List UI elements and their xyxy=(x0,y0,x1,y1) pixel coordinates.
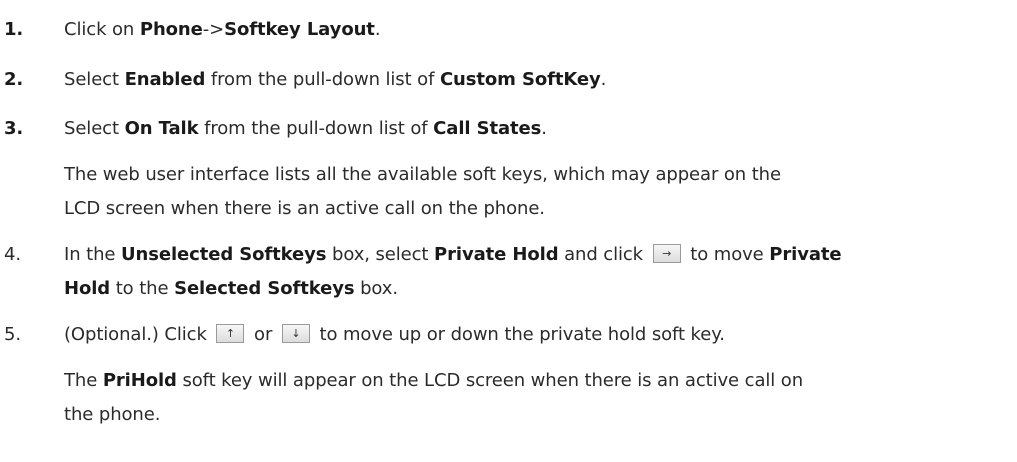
step-2-text-end: . xyxy=(600,69,607,90)
step-1-arrow: -> xyxy=(202,19,225,40)
step-5-note-line-2: the phone. xyxy=(64,404,161,425)
instruction-document: 1. Click on Phone->Softkey Layout. 2. Se… xyxy=(0,0,1017,462)
step-2-number: 2. xyxy=(4,69,24,90)
step-1-text: Click on Phone->Softkey Layout. xyxy=(64,19,381,40)
step-5-text-a: (Optional.) Click xyxy=(64,324,213,345)
move-down-button: ↓ xyxy=(281,324,310,343)
step-4-selected-softkeys: Selected Softkeys xyxy=(174,278,355,299)
step-3-text-b: from the pull-down list of xyxy=(198,118,434,139)
step-1-text-end: . xyxy=(374,19,381,40)
step-4-private: Private xyxy=(769,244,842,265)
step-3-text-a: Select xyxy=(64,118,125,139)
step-3-on-talk: On Talk xyxy=(124,118,199,139)
step-5-text-or: or xyxy=(248,324,278,345)
step-1-softkey-layout: Softkey Layout xyxy=(224,19,375,40)
move-up-button: ↑ xyxy=(216,324,245,343)
arrow-right-icon: → xyxy=(662,247,672,260)
step-4-private-hold: Private Hold xyxy=(434,244,559,265)
step-1-phone-menu: Phone xyxy=(139,19,203,40)
step-4-unselected-softkeys: Unselected Softkeys xyxy=(121,244,327,265)
step-3-note-line-2: LCD screen when there is an active call … xyxy=(64,198,545,219)
step-5-prihold: PriHold xyxy=(102,370,177,391)
step-4-text-end: box. xyxy=(354,278,398,299)
step-4-line-1: In the Unselected Softkeys box, select P… xyxy=(64,244,842,265)
step-1-text-a: Click on xyxy=(64,19,140,40)
arrow-down-icon: ↓ xyxy=(291,327,301,340)
step-1-number: 1. xyxy=(4,19,24,40)
step-4-text-b: box, select xyxy=(326,244,434,265)
step-5-note-line-1: The PriHold soft key will appear on the … xyxy=(64,370,803,391)
arrow-up-icon: ↑ xyxy=(225,327,235,340)
step-5-number: 5. xyxy=(4,324,21,345)
step-2-text-b: from the pull-down list of xyxy=(205,69,440,90)
step-4-text-c: and click xyxy=(558,244,649,265)
step-3-call-states: Call States xyxy=(433,118,542,139)
step-4-text-d: to move xyxy=(684,244,770,265)
step-5-note-b: soft key will appear on the LCD screen w… xyxy=(176,370,804,391)
step-5-text-b: to move up or down the private hold soft… xyxy=(313,324,725,345)
step-2-custom-softkey: Custom SoftKey xyxy=(439,69,601,90)
step-3-text: Select On Talk from the pull-down list o… xyxy=(64,118,547,139)
step-2-enabled: Enabled xyxy=(124,69,206,90)
step-3-number: 3. xyxy=(4,118,24,139)
step-2-text-a: Select xyxy=(64,69,125,90)
step-2-text: Select Enabled from the pull-down list o… xyxy=(64,69,606,90)
step-4-text-a: In the xyxy=(64,244,122,265)
move-right-button: → xyxy=(652,244,681,263)
step-4-hold: Hold xyxy=(64,278,111,299)
step-4-number: 4. xyxy=(4,244,21,265)
step-5-note-a: The xyxy=(64,370,103,391)
step-5-line-1: (Optional.) Click ↑ or ↓ to move up or d… xyxy=(64,324,725,345)
step-3-text-end: . xyxy=(541,118,547,139)
step-3-note-line-1: The web user interface lists all the ava… xyxy=(64,164,781,185)
step-4-line-2: Hold to the Selected Softkeys box. xyxy=(64,278,398,299)
step-4-text-e: to the xyxy=(110,278,175,299)
